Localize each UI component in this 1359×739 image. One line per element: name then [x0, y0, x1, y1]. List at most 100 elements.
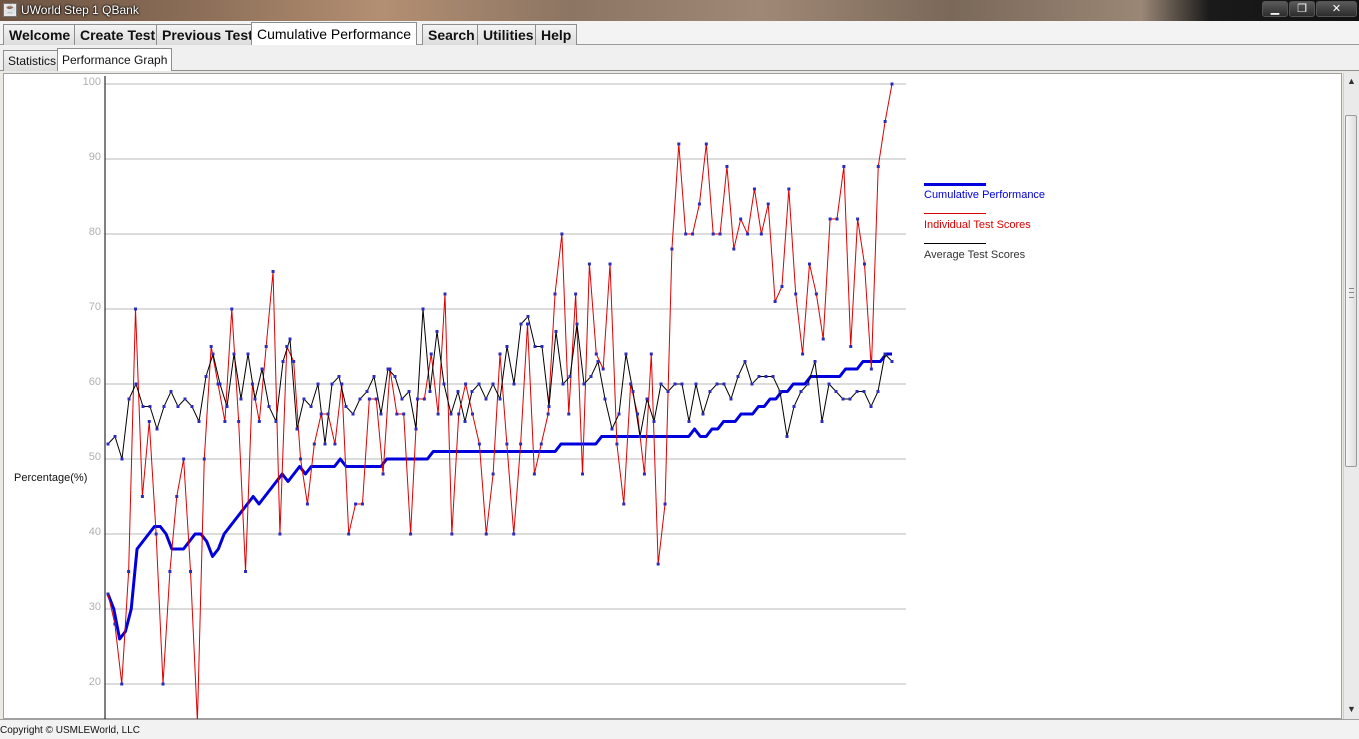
performance-chart: 20 30 40 50 60 70 80 90 100	[83, 76, 906, 719]
scroll-up-icon[interactable]: ▲	[1344, 73, 1359, 89]
individual-score-point	[636, 412, 640, 416]
average-score-point	[764, 375, 768, 378]
average-score-point	[743, 360, 747, 363]
individual-score-point	[608, 262, 612, 266]
average-score-point	[442, 382, 446, 386]
individual-score-point	[560, 232, 564, 236]
average-score-point	[316, 382, 320, 386]
individual-score-point	[230, 307, 234, 311]
individual-score-point	[759, 232, 763, 236]
individual-score-point	[127, 570, 131, 573]
average-score-point	[652, 420, 656, 423]
individual-score-point	[835, 217, 839, 221]
individual-score-point	[711, 232, 715, 236]
individual-score-point	[883, 120, 887, 123]
individual-score-point	[182, 457, 186, 461]
individual-score-point	[443, 292, 447, 296]
average-score-point	[337, 375, 341, 378]
average-score-point	[141, 405, 145, 408]
individual-score-point	[264, 345, 268, 348]
individual-score-point	[409, 532, 413, 536]
average-score-point	[638, 435, 642, 438]
average-score-point	[295, 427, 299, 431]
average-score-point	[232, 352, 236, 356]
average-score-point	[176, 405, 180, 408]
average-score-point	[799, 390, 803, 393]
average-score-point	[211, 352, 215, 356]
individual-score-point	[691, 232, 695, 236]
average-score-point	[288, 337, 292, 341]
individual-score-point	[677, 142, 681, 146]
vertical-scrollbar[interactable]: ▲ ▼	[1343, 73, 1359, 719]
average-score-point	[463, 420, 467, 423]
individual-score-point	[505, 442, 509, 446]
individual-score-point	[794, 292, 798, 296]
average-score-point	[134, 382, 138, 386]
average-score-point	[435, 330, 439, 333]
individual-score-point	[842, 165, 846, 168]
average-score-point	[603, 397, 607, 401]
individual-score-point	[457, 412, 461, 416]
average-score-point	[148, 405, 152, 408]
individual-score-point	[519, 442, 523, 446]
average-score-point	[127, 397, 131, 401]
status-bar: Copyright © USMLEWorld, LLC	[0, 719, 1359, 739]
individual-score-point	[237, 420, 241, 423]
average-score-point	[267, 405, 271, 408]
average-score-point	[449, 412, 453, 416]
average-score-point	[372, 375, 376, 378]
average-score-point	[848, 397, 852, 401]
individual-score-point	[113, 622, 117, 626]
y-tick-label: 80	[89, 226, 101, 238]
individual-score-point	[354, 502, 358, 506]
average-score-point	[512, 382, 516, 386]
individual-score-point	[739, 217, 743, 221]
average-score-point	[120, 457, 124, 461]
average-score-point	[253, 397, 257, 401]
grip-icon	[1349, 288, 1354, 298]
copyright-text: Copyright © USMLEWorld, LLC	[0, 725, 141, 736]
average-score-point	[659, 382, 663, 386]
average-score-point	[820, 420, 824, 423]
average-score-point	[708, 390, 712, 393]
average-score-point	[862, 390, 866, 393]
scroll-down-icon[interactable]: ▼	[1344, 701, 1359, 717]
average-score-point	[645, 397, 649, 401]
individual-score-point	[629, 382, 633, 386]
individual-score-point	[821, 337, 825, 341]
average-score-point	[421, 307, 425, 311]
individual-score-point	[299, 457, 303, 461]
average-score-point	[694, 382, 698, 386]
average-score-point	[204, 375, 208, 378]
individual-score-point	[319, 412, 323, 416]
scroll-thumb[interactable]	[1345, 115, 1357, 467]
average-score-point	[673, 382, 677, 386]
average-score-point	[554, 330, 558, 333]
y-tick-label: 70	[89, 301, 101, 313]
average-score-point	[484, 397, 488, 401]
average-score-point	[162, 405, 166, 408]
individual-score-point	[656, 562, 660, 566]
individual-score-point	[402, 412, 406, 416]
individual-score-point	[684, 232, 688, 236]
y-tick-label: 90	[89, 151, 101, 163]
individual-score-point	[704, 142, 708, 146]
average-score-point	[407, 390, 411, 393]
average-score-point	[869, 405, 873, 408]
individual-score-point	[491, 472, 495, 476]
individual-score-point	[134, 307, 138, 311]
individual-score-point	[814, 292, 818, 296]
individual-score-point	[244, 570, 248, 573]
average-score-point	[379, 412, 383, 416]
individual-score-point	[581, 472, 585, 476]
individual-score-point	[257, 420, 261, 423]
average-score-point	[239, 397, 243, 401]
individual-score-point	[429, 352, 433, 356]
individual-score-point	[278, 532, 282, 536]
average-score-point	[183, 397, 187, 401]
individual-score-point	[601, 367, 605, 371]
average-score-point	[827, 382, 831, 386]
individual-score-point	[594, 352, 598, 356]
average-score-point	[617, 412, 621, 416]
individual-score-point	[539, 442, 543, 446]
